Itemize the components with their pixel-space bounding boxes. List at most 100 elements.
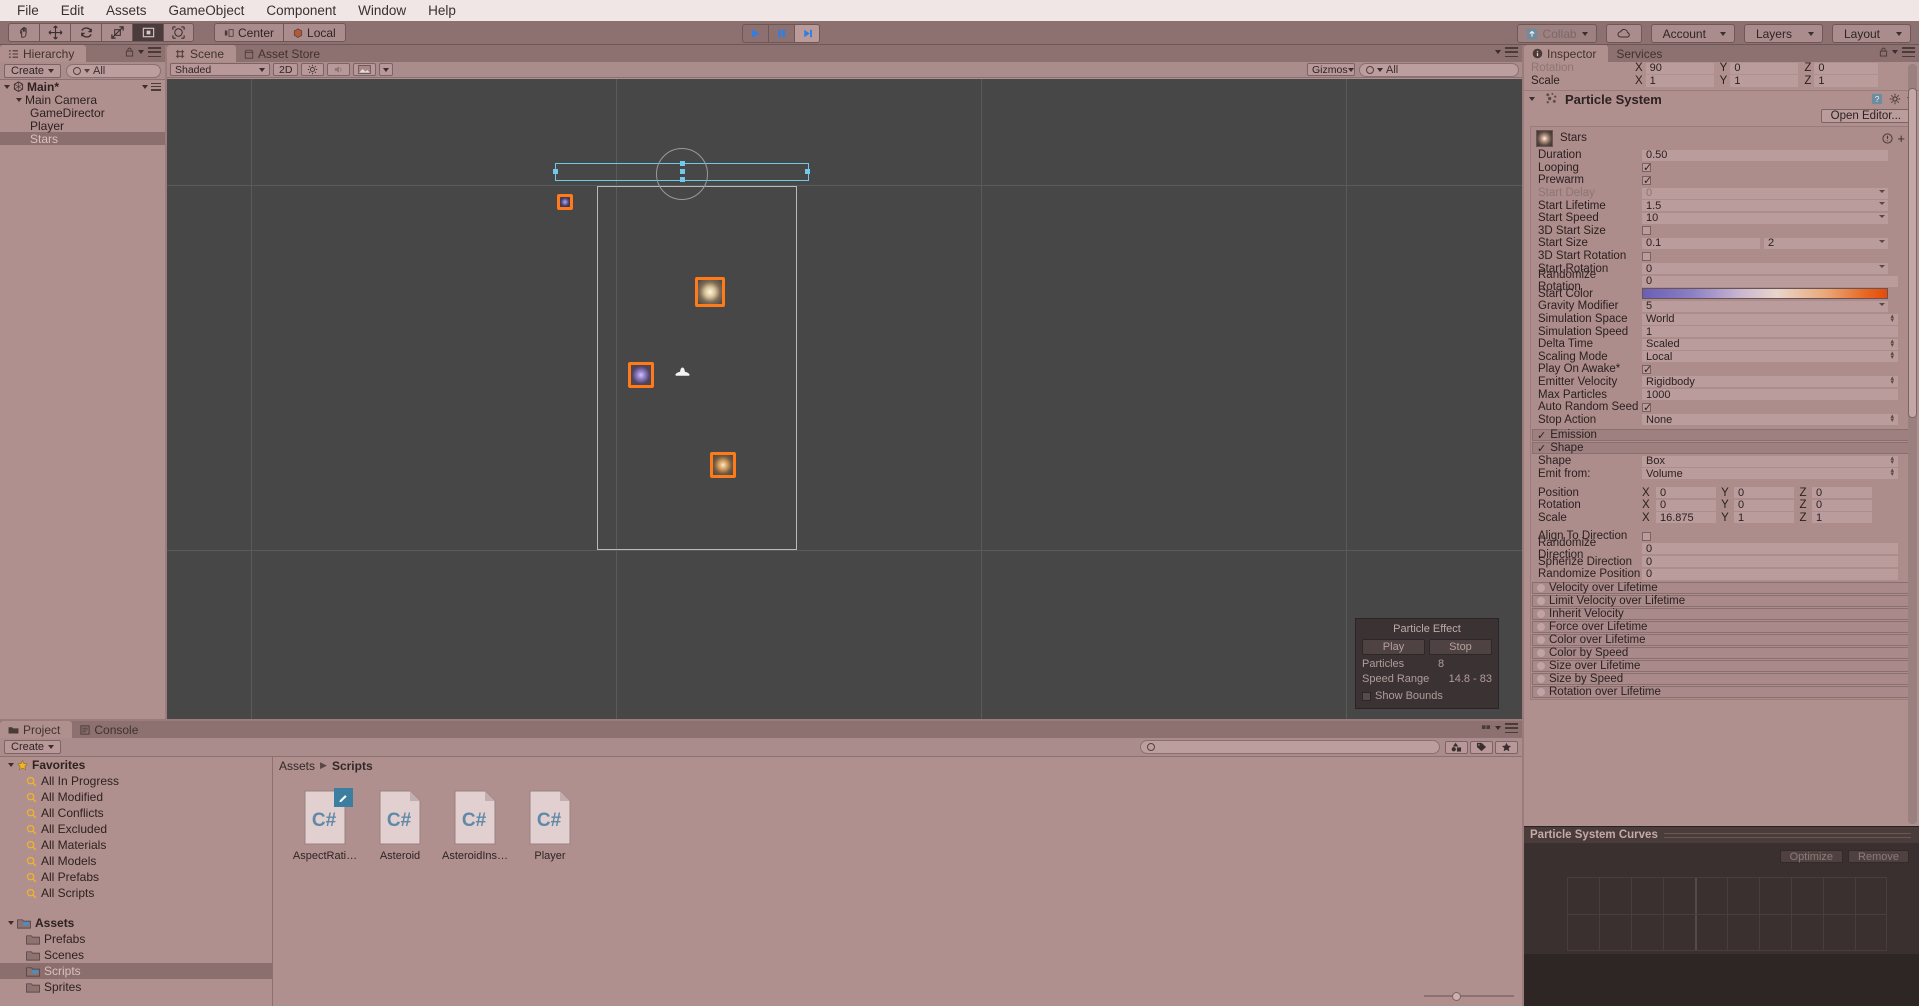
particle-gizmo[interactable]: [695, 277, 725, 307]
max-particles-field[interactable]: 1000: [1642, 389, 1898, 401]
module-color-over-lifetime[interactable]: Color over Lifetime: [1532, 634, 1910, 647]
shape-position-y[interactable]: 0: [1734, 487, 1794, 499]
module-size-over-lifetime[interactable]: Size over Lifetime: [1532, 660, 1910, 673]
asset-zoom-slider[interactable]: [1424, 991, 1514, 1001]
project-favorites-root[interactable]: Favorites: [0, 757, 272, 773]
inspector-menu-icon[interactable]: [1902, 47, 1915, 57]
warning-icon[interactable]: [1882, 132, 1893, 144]
particle-gizmo[interactable]: [557, 194, 573, 210]
hierarchy-menu-icon[interactable]: [148, 47, 161, 57]
scene-search-input[interactable]: All: [1359, 62, 1519, 77]
rotation-y-field[interactable]: 0: [1730, 62, 1799, 74]
filter-by-label-button[interactable]: [1470, 740, 1493, 754]
layout-button[interactable]: Layout: [1831, 24, 1911, 43]
scale-z-field[interactable]: 1: [1814, 75, 1879, 87]
pivot-mode-button[interactable]: Center: [214, 23, 284, 42]
filter-by-type-button[interactable]: [1445, 740, 1468, 754]
rotate-tool-button[interactable]: [70, 23, 101, 42]
chevron-down-icon[interactable]: [1879, 189, 1885, 193]
delta-time-dropdown[interactable]: Scaled ▴ ▾: [1642, 338, 1898, 350]
favorite-all-in-progress[interactable]: All In Progress: [0, 773, 272, 789]
favorite-all-modified[interactable]: All Modified: [0, 789, 272, 805]
scene-effects-dropdown[interactable]: [379, 63, 394, 76]
chevron-down-icon[interactable]: [1879, 239, 1885, 243]
rotation-x-field[interactable]: 90: [1645, 62, 1714, 74]
module-toggle-icon[interactable]: [1537, 636, 1545, 645]
collab-button[interactable]: Collab: [1516, 24, 1597, 43]
module-toggle-icon[interactable]: [1537, 688, 1545, 697]
chevron-down-icon[interactable]: [1879, 214, 1885, 218]
hierarchy-item-player[interactable]: Player: [0, 119, 165, 133]
particle-gizmo[interactable]: [628, 362, 654, 388]
project-create-button[interactable]: Create: [4, 740, 62, 754]
asset-item[interactable]: C# AspectRati…: [293, 788, 357, 862]
hierarchy-scene-root[interactable]: Main*: [0, 80, 165, 94]
remove-button[interactable]: Remove: [1848, 850, 1909, 863]
selection-handle[interactable]: [805, 169, 810, 174]
shape-scale-y[interactable]: 1: [1734, 512, 1794, 524]
scene-lighting-toggle[interactable]: [301, 63, 325, 76]
scene-viewport[interactable]: Particle Effect Play Stop Particles 8 Sp…: [167, 79, 1522, 719]
breadcrumb-assets[interactable]: Assets: [279, 759, 315, 773]
scene-context-menu-icon[interactable]: [151, 82, 161, 91]
move-tool-button[interactable]: [39, 23, 70, 42]
rotation-z-field[interactable]: 0: [1814, 62, 1879, 74]
module-shape-header[interactable]: ✓ Shape: [1532, 442, 1910, 455]
looping-checkbox[interactable]: [1642, 161, 1652, 174]
shape-position-x[interactable]: 0: [1656, 487, 1716, 499]
tab-inspector[interactable]: Inspector: [1524, 45, 1609, 62]
asset-item[interactable]: C# AsteroidIns…: [442, 790, 508, 862]
project-menu-icon[interactable]: [1505, 723, 1518, 733]
scene-menu-icon[interactable]: [1505, 47, 1518, 57]
lock-icon[interactable]: [1879, 47, 1888, 57]
start-lifetime-field[interactable]: 1.5: [1642, 200, 1888, 212]
emit-from-dropdown[interactable]: Volume ▴ ▾: [1642, 467, 1898, 480]
scale-x-field[interactable]: 1: [1645, 75, 1714, 87]
chevron-down-icon[interactable]: [1529, 97, 1535, 101]
start-rotation-field[interactable]: 0: [1642, 263, 1888, 275]
project-folder-prefabs[interactable]: Prefabs: [0, 931, 272, 947]
stop-action-dropdown[interactable]: None ▴ ▾: [1642, 413, 1898, 426]
scene-gizmos-dropdown[interactable]: Gizmos: [1307, 63, 1355, 76]
breadcrumb-scripts[interactable]: Scripts: [332, 759, 373, 773]
module-emission-header[interactable]: ✓ Emission: [1532, 429, 1910, 442]
shape-position-z[interactable]: 0: [1812, 487, 1872, 499]
scale-y-field[interactable]: 1: [1730, 75, 1799, 87]
hierarchy-item-main-camera[interactable]: Main Camera: [0, 93, 165, 107]
inspector-scrollbar-thumb[interactable]: [1908, 88, 1917, 418]
project-folder-scenes[interactable]: Scenes: [0, 947, 272, 963]
hierarchy-search-input[interactable]: All: [66, 63, 161, 78]
shape-rotation-x[interactable]: 0: [1656, 499, 1716, 511]
module-velocity-over-lifetime[interactable]: Velocity over Lifetime: [1532, 582, 1910, 595]
menu-item-component[interactable]: Component: [255, 0, 347, 21]
lock-icon[interactable]: [125, 47, 134, 57]
tab-project[interactable]: Project: [0, 721, 73, 738]
favorite-all-prefabs[interactable]: All Prefabs: [0, 869, 272, 885]
hierarchy-item-stars[interactable]: Stars: [0, 132, 165, 146]
favorite-all-scripts[interactable]: All Scripts: [0, 885, 272, 901]
start-color-gradient[interactable]: [1642, 288, 1888, 300]
shape-check-icon[interactable]: ✓: [1537, 442, 1546, 455]
chevron-down-icon[interactable]: [16, 97, 22, 102]
chevron-down-icon[interactable]: [8, 921, 14, 925]
particle-system-component-header[interactable]: Particle System ?: [1524, 90, 1919, 107]
rect-tool-button[interactable]: [132, 23, 163, 42]
chevron-down-icon[interactable]: [1879, 302, 1885, 306]
chevron-down-icon[interactable]: [1879, 202, 1885, 206]
gravity-modifier-field[interactable]: 5: [1642, 300, 1888, 312]
start-delay-field[interactable]: 0: [1642, 187, 1888, 199]
start-speed-field[interactable]: 10: [1642, 212, 1888, 224]
slider-thumb[interactable]: [1452, 991, 1461, 1001]
add-module-icon[interactable]: +: [1897, 131, 1905, 146]
module-limit-velocity-over-lifetime[interactable]: Limit Velocity over Lifetime: [1532, 595, 1910, 608]
shape-rotation-z[interactable]: 0: [1812, 499, 1872, 511]
curves-drag-handle[interactable]: [1663, 832, 1911, 838]
chevron-down-icon[interactable]: [1879, 265, 1885, 269]
module-toggle-icon[interactable]: [1537, 649, 1545, 658]
favorite-all-conflicts[interactable]: All Conflicts: [0, 805, 272, 821]
layers-button[interactable]: Layers: [1743, 24, 1823, 43]
favorite-all-models[interactable]: All Models: [0, 853, 272, 869]
menu-item-assets[interactable]: Assets: [95, 0, 158, 21]
chevron-down-icon[interactable]: [4, 84, 10, 89]
particle-gizmo[interactable]: [710, 452, 736, 478]
